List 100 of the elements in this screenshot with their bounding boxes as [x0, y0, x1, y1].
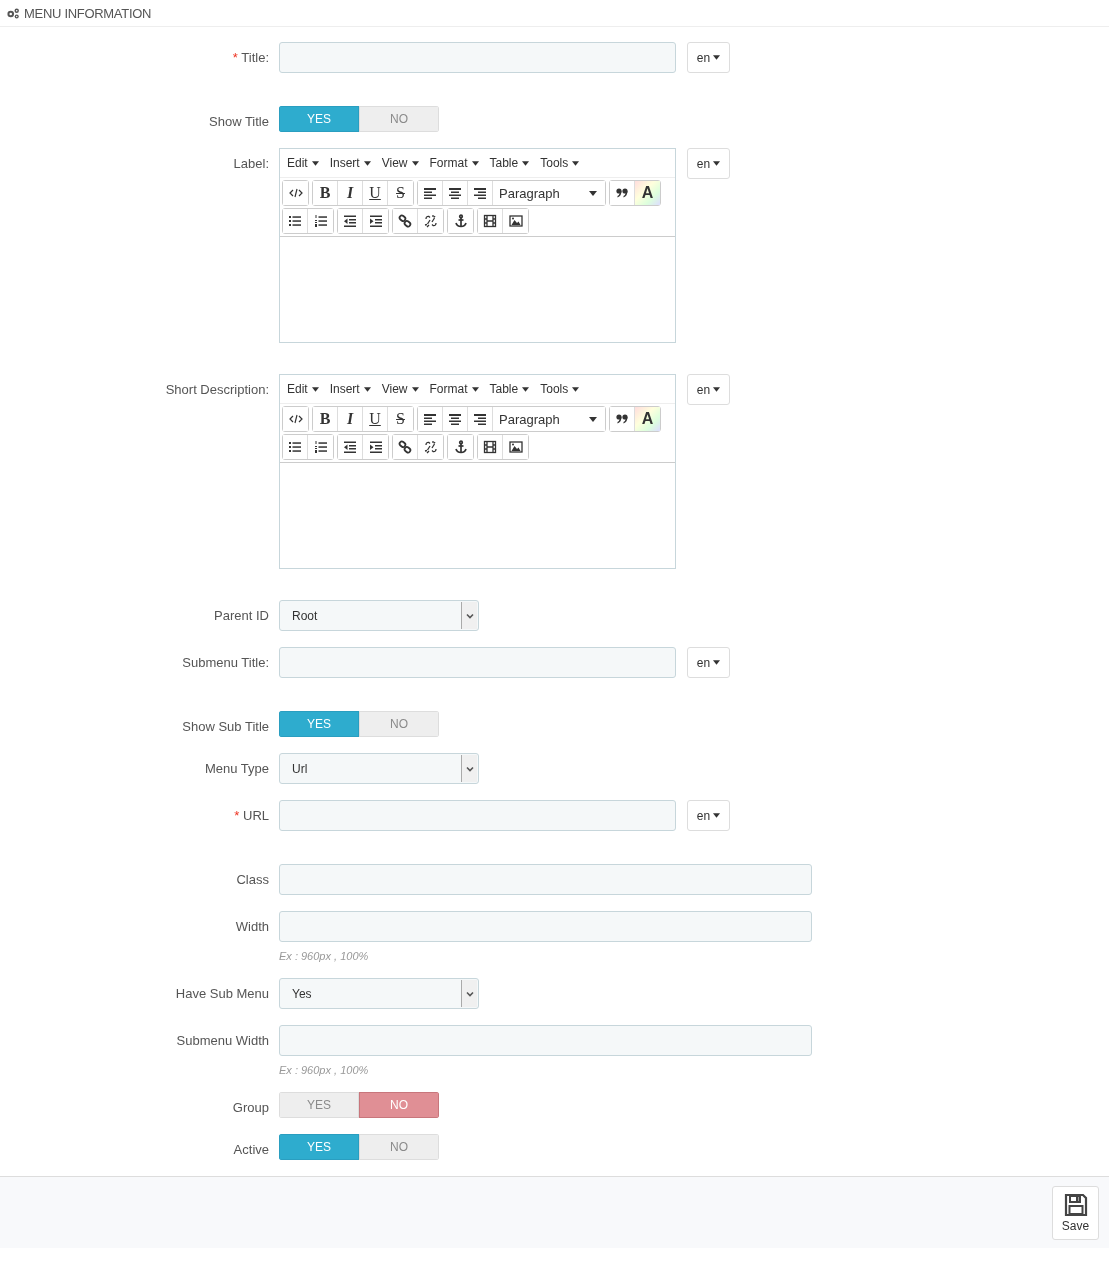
- align-left-icon: [423, 412, 437, 426]
- select-field[interactable]: Url: [279, 753, 479, 784]
- bullets-button[interactable]: [283, 209, 308, 233]
- link-button[interactable]: [393, 435, 418, 459]
- field-label: Show Sub Title: [182, 719, 269, 734]
- help-text: Ex : 960px , 100%: [279, 950, 370, 962]
- language-dropdown[interactable]: en: [687, 42, 730, 73]
- align-left-button[interactable]: [418, 407, 443, 431]
- bold-button[interactable]: B: [313, 407, 338, 431]
- broken-link-icon: [423, 214, 438, 228]
- chevron-down-icon: [465, 612, 474, 619]
- indent-icon: [368, 440, 383, 454]
- editor-menu[interactable]: Format: [425, 382, 483, 396]
- code-button[interactable]: [283, 407, 308, 431]
- align-center-icon: [448, 412, 462, 426]
- caret-icon: [363, 160, 371, 166]
- bullets-button[interactable]: [283, 435, 308, 459]
- image-icon: [508, 214, 523, 228]
- caret-icon: [572, 160, 580, 166]
- caret-icon: [522, 386, 530, 392]
- field-label: * Title:: [232, 50, 269, 65]
- editor-menu[interactable]: View: [377, 156, 423, 170]
- editor-menu[interactable]: Format: [425, 156, 483, 170]
- field-label: Active: [233, 1142, 269, 1157]
- outdent-button[interactable]: [338, 435, 363, 459]
- editor-menu[interactable]: Insert: [325, 156, 375, 170]
- select-field[interactable]: Yes: [279, 978, 479, 1009]
- anchor-button[interactable]: [448, 209, 473, 233]
- caret-icon: [411, 386, 419, 392]
- bulleted-list-icon: [288, 214, 302, 228]
- editor-menu[interactable]: View: [377, 382, 423, 396]
- bulleted-list-icon: [288, 440, 302, 454]
- field-label: Class: [236, 872, 269, 887]
- language-dropdown[interactable]: en: [687, 647, 730, 678]
- save-button[interactable]: Save: [1052, 1185, 1099, 1240]
- caret-icon: [411, 160, 419, 166]
- caret-icon: [713, 813, 721, 818]
- text-field[interactable]: [279, 647, 676, 678]
- text-field[interactable]: [279, 1025, 812, 1056]
- language-dropdown[interactable]: en: [687, 800, 730, 831]
- editor-menu[interactable]: Table: [485, 156, 534, 170]
- anchor-icon: [453, 440, 468, 454]
- field-label: Group: [232, 1100, 269, 1115]
- film-button[interactable]: [478, 435, 503, 459]
- editor-menu[interactable]: Edit: [283, 382, 323, 396]
- caret-icon: [363, 386, 371, 392]
- film-button[interactable]: [478, 209, 503, 233]
- film-icon: [483, 214, 497, 228]
- text-color-button[interactable]: A: [635, 181, 660, 205]
- editor-menu[interactable]: Tools: [536, 382, 584, 396]
- quote-button[interactable]: [610, 407, 635, 431]
- editor-menu[interactable]: Tools: [536, 156, 584, 170]
- code-icon: [288, 186, 303, 200]
- outdent-button[interactable]: [338, 209, 363, 233]
- field-label: Have Sub Menu: [175, 986, 269, 1001]
- caret-icon: [713, 161, 721, 166]
- panel-title: MENU INFORMATION: [24, 5, 152, 21]
- link-icon: [398, 214, 412, 228]
- quote-icon: [615, 412, 629, 426]
- quote-button[interactable]: [610, 181, 635, 205]
- align-left-button[interactable]: [418, 181, 443, 205]
- editor-menu[interactable]: Edit: [283, 156, 323, 170]
- numbered-list-icon: [313, 440, 328, 454]
- field-label: * URL: [234, 808, 269, 823]
- caret-icon: [713, 660, 721, 665]
- editor-menu[interactable]: Insert: [325, 382, 375, 396]
- align-right-icon: [473, 412, 487, 426]
- bold-button[interactable]: B: [313, 181, 338, 205]
- field-label: Label:: [233, 156, 269, 171]
- text-color-button[interactable]: A: [635, 407, 660, 431]
- gears-icon: [6, 7, 21, 19]
- caret-icon: [572, 386, 580, 392]
- film-icon: [483, 440, 497, 454]
- anchor-button[interactable]: [448, 435, 473, 459]
- quote-icon: [615, 186, 629, 200]
- align-right-icon: [473, 186, 487, 200]
- code-button[interactable]: [283, 181, 308, 205]
- select-field[interactable]: Root: [279, 600, 479, 631]
- anchor-icon: [453, 214, 468, 228]
- field-label: Submenu Width: [176, 1033, 269, 1048]
- caret-icon: [471, 386, 479, 392]
- text-field[interactable]: [279, 864, 812, 895]
- help-text: Ex : 960px , 100%: [279, 1064, 370, 1076]
- text-field[interactable]: [279, 800, 676, 831]
- caret-icon: [589, 190, 597, 196]
- text-field[interactable]: [279, 911, 812, 942]
- caret-icon: [713, 387, 721, 392]
- text-field[interactable]: [279, 42, 676, 73]
- caret-icon: [311, 160, 319, 166]
- link-button[interactable]: [393, 209, 418, 233]
- language-dropdown[interactable]: en: [687, 374, 730, 405]
- caret-icon: [522, 160, 530, 166]
- align-left-icon: [423, 186, 437, 200]
- caret-icon: [311, 386, 319, 392]
- link-icon: [398, 440, 412, 454]
- numbered-list-icon: [313, 214, 328, 228]
- editor-menu[interactable]: Table: [485, 382, 534, 396]
- language-dropdown[interactable]: en: [687, 148, 730, 179]
- chevron-down-icon: [465, 990, 474, 997]
- save-icon: [1063, 1192, 1088, 1217]
